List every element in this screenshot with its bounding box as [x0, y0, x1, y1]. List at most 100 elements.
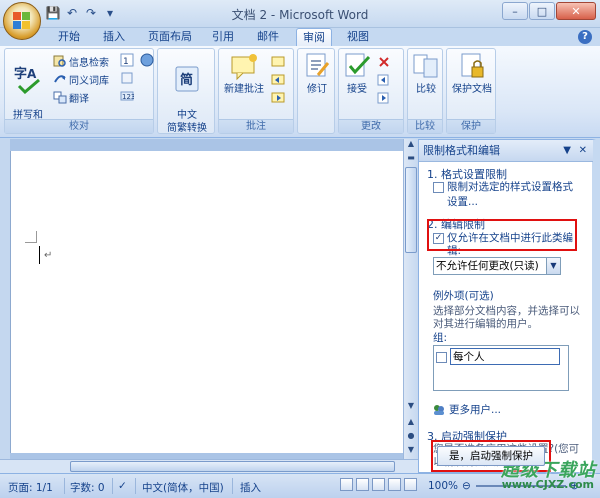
tab-references[interactable]: 引用 — [206, 28, 240, 46]
users-icon — [434, 404, 444, 415]
vertical-scrollbar[interactable]: ▲ ▬ ▼ ▲ ● ▼ — [403, 139, 418, 459]
next-page-icon[interactable]: ▼ — [405, 445, 417, 458]
reject-icon[interactable] — [377, 55, 397, 69]
scroll-up-icon[interactable]: ▲ — [405, 139, 417, 152]
group-protect: 保护文档 保护 — [446, 48, 496, 134]
more-users-label: 更多用户... — [449, 404, 502, 416]
translate-button[interactable]: 翻译 — [53, 89, 89, 105]
everyone-label: 每个人 — [450, 348, 560, 365]
start-enforcing-button[interactable]: 是，启动强制保护 — [437, 446, 545, 466]
delete-comment-icon[interactable] — [271, 55, 287, 69]
everyone-checkbox[interactable] — [436, 351, 447, 363]
scroll-down-icon[interactable]: ▼ — [405, 401, 417, 414]
group-proofing: 字 A 拼写和 语法 信息检索 同义词库 翻译 1 123 校对 — [4, 48, 154, 134]
format-settings-link[interactable]: 设置... — [447, 196, 599, 209]
research-button[interactable]: 信息检索 — [53, 53, 109, 69]
ruler-toggle-icon[interactable]: ▬ — [405, 153, 417, 166]
previous-change-icon[interactable] — [377, 73, 393, 87]
new-comment-icon — [231, 54, 257, 81]
pane-title: 限制格式和编辑 — [423, 144, 500, 157]
browse-object-icon[interactable]: ● — [405, 431, 417, 444]
office-button[interactable] — [3, 2, 41, 40]
tab-home[interactable]: 开始 — [52, 28, 86, 46]
status-divider — [232, 478, 233, 494]
tab-mailings[interactable]: 邮件 — [251, 28, 285, 46]
vertical-scroll-thumb[interactable] — [405, 167, 417, 253]
document-page[interactable]: ↵ — [10, 151, 403, 453]
status-language[interactable]: 中文(简体，中国) — [142, 480, 224, 495]
pane-header: 限制格式和编辑 ▼ ✕ — [419, 140, 593, 162]
word-count-icon[interactable]: 1 — [120, 53, 134, 67]
tab-page-layout[interactable]: 页面布局 — [142, 28, 198, 46]
accept-icon — [345, 53, 371, 77]
horizontal-scroll-thumb[interactable] — [70, 461, 395, 472]
accept-button[interactable]: 接受 — [341, 51, 373, 96]
compare-button[interactable]: 比较 — [410, 51, 442, 96]
proofing-status-icon[interactable]: ✓ — [118, 480, 127, 492]
format-restriction-checkbox[interactable] — [433, 182, 444, 193]
zoom-out-icon[interactable]: ⊖ — [462, 480, 471, 492]
word-count-dialog-icon[interactable]: 123 — [120, 89, 134, 103]
highlight-editing-restriction — [427, 219, 577, 251]
translate-label: 翻译 — [69, 93, 89, 105]
chinese-conversion-button[interactable]: 简 中文 简繁转换 — [161, 51, 213, 135]
status-insert-mode[interactable]: 插入 — [240, 480, 261, 495]
group-compare: 比较 比较 — [407, 48, 443, 134]
editing-type-select[interactable]: 不允许任何更改(只读) ▼ — [433, 257, 561, 275]
exceptions-title: 例外项(可选) — [433, 290, 494, 302]
translate-icon — [53, 91, 67, 104]
new-comment-button[interactable]: 新建批注 — [221, 51, 267, 96]
users-listbox[interactable]: 每个人 — [433, 345, 569, 391]
watermark-url: www.CJXZ.com — [501, 478, 594, 491]
group-label: 组: — [433, 332, 448, 344]
minimize-button[interactable]: – — [502, 2, 528, 20]
pane-options-icon[interactable]: ▼ — [563, 140, 571, 161]
set-language-icon[interactable] — [120, 71, 134, 85]
outline-view-icon[interactable] — [388, 478, 401, 491]
status-page[interactable]: 页面: 1/1 — [8, 480, 53, 495]
restrict-editing-pane: 限制格式和编辑 ▼ ✕ 1. 格式设置限制 限制对选定的样式设置格式 设置...… — [418, 139, 596, 473]
margin-corner-mark — [25, 231, 37, 243]
svg-text:123: 123 — [122, 93, 134, 101]
pane-close-icon[interactable]: ✕ — [579, 140, 587, 161]
list-item-everyone[interactable]: 每个人 — [436, 348, 560, 365]
exceptions-description: 选择部分文档内容，并选择可以对其进行编辑的用户。 — [433, 305, 580, 330]
web-layout-icon[interactable] — [372, 478, 385, 491]
status-divider — [64, 478, 65, 494]
chevron-down-icon[interactable]: ▼ — [546, 258, 560, 274]
tab-insert[interactable]: 插入 — [97, 28, 131, 46]
tab-review[interactable]: 审阅 — [296, 28, 332, 46]
thesaurus-label: 同义词库 — [69, 75, 109, 87]
thesaurus-button[interactable]: 同义词库 — [53, 71, 109, 87]
close-button[interactable]: ✕ — [556, 2, 596, 20]
language-icon[interactable] — [140, 53, 154, 67]
previous-comment-icon[interactable] — [271, 73, 287, 87]
full-screen-reading-icon[interactable] — [356, 478, 369, 491]
next-comment-icon[interactable] — [271, 91, 287, 105]
horizontal-scrollbar[interactable] — [0, 459, 418, 473]
track-changes-button[interactable]: 修订 — [301, 51, 333, 96]
spelling-icon: 字 A — [14, 66, 40, 94]
protect-document-button[interactable]: 保护文档 — [448, 51, 496, 96]
maximize-button[interactable]: □ — [529, 2, 555, 20]
title-bar: 💾 ↶ ↷ ▾ 文档 2 - Microsoft Word – □ ✕ — [0, 0, 600, 28]
next-change-icon[interactable] — [377, 91, 393, 105]
zoom-level[interactable]: 100% — [428, 480, 458, 492]
previous-page-icon[interactable]: ▲ — [405, 417, 417, 430]
compare-icon — [413, 54, 438, 78]
chinese-conversion-icon: 简 — [175, 66, 199, 92]
draft-view-icon[interactable] — [404, 478, 417, 491]
format-restriction-label: 限制对选定的样式设置格式 — [447, 181, 573, 193]
section-format-title: 1. 格式设置限制 — [427, 168, 507, 181]
chinese-conversion-label: 中文 简繁转换 — [167, 110, 207, 134]
status-words[interactable]: 字数: 0 — [70, 480, 105, 495]
status-divider — [112, 478, 113, 494]
format-restriction-row[interactable]: 限制对选定的样式设置格式 — [433, 181, 573, 194]
more-users-link[interactable]: 更多用户... — [433, 402, 501, 417]
group-comments: 新建批注 批注 — [218, 48, 294, 134]
tab-view[interactable]: 视图 — [341, 28, 375, 46]
accept-label: 接受 — [347, 84, 367, 95]
help-icon[interactable]: ? — [578, 30, 592, 44]
group-label-compare: 比较 — [408, 119, 442, 133]
print-layout-view-icon[interactable] — [340, 478, 353, 491]
